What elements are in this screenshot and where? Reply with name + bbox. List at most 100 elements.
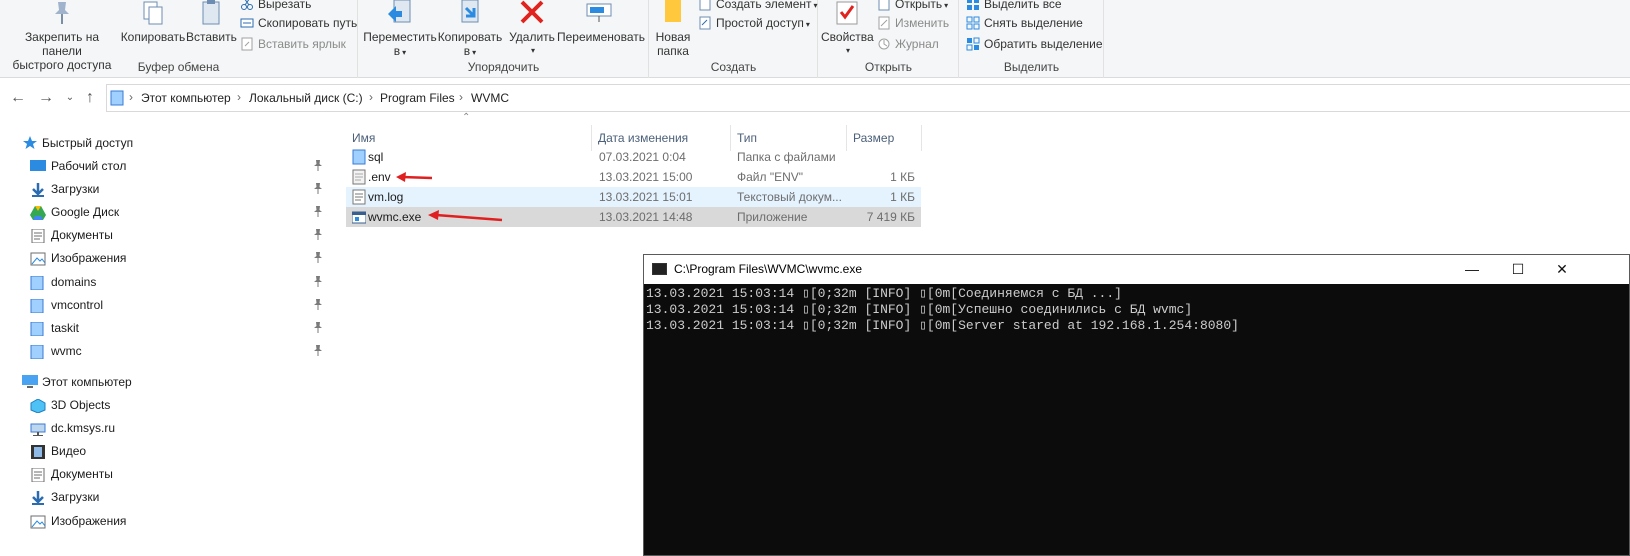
pin-icon[interactable] [313,344,323,357]
paste-button[interactable]: Вставить [186,0,237,44]
desktop-icon [30,159,46,173]
pin-icon[interactable] [313,252,323,264]
copy-to-icon [461,0,479,23]
pc-item-3d-objects[interactable]: 3D Objects [30,394,330,416]
file-name: sql [368,150,384,164]
pin-icon [55,2,69,24]
pin-icon[interactable] [313,183,323,195]
open-icon [878,0,890,11]
pc-item-video[interactable]: Видео [30,440,330,462]
text-file-icon [352,189,366,205]
console-window[interactable]: C:\Program Files\WVMC\wvmc.exe — ☐ ✕ 13.… [643,254,1630,556]
nav-item-label: Google Диск [51,205,120,220]
paste-shortcut-icon [241,37,253,51]
delete-label: Удалить [509,30,555,44]
minimize-button[interactable]: — [1450,255,1494,284]
recent-locations-chevron-icon[interactable]: ⌄ [59,87,81,109]
select-group-label: Выделить [1003,60,1060,74]
pc-item-dc-kmsys[interactable]: dc.kmsys.ru [30,417,330,439]
breadcrumb-this-pc[interactable]: Этот компьютер [141,91,231,105]
nav-item-google-drive[interactable]: Google Диск [30,201,330,223]
rename-button[interactable]: Переименовать [557,0,645,44]
delete-button[interactable]: Удалить ▾ [507,0,557,58]
netdrive-icon [30,421,46,437]
paste-icon [202,0,220,25]
pc-item-images[interactable]: Изображения [30,510,330,532]
maximize-button[interactable]: ☐ [1496,255,1540,284]
pin-icon[interactable] [313,160,323,172]
breadcrumb-local-disk[interactable]: Локальный диск (C:) [249,91,363,105]
create-group: Новая папка Создать элемент ▾ Простой дос… [650,0,818,78]
console-title-bar[interactable]: C:\Program Files\WVMC\wvmc.exe — ☐ ✕ [644,255,1629,284]
screen: Закрепить на панели быстрого доступа Коп… [0,0,1630,556]
nav-this-pc[interactable]: Этот компьютер [22,371,322,393]
rename-label: Переименовать [557,30,645,44]
pin-icon[interactable] [313,321,323,334]
nav-item-label: vmcontrol [51,297,104,312]
file-row[interactable]: sql 07.03.2021 0:04 Папка с файлами [346,147,921,167]
close-button[interactable]: ✕ [1540,255,1584,284]
copy-path-button[interactable]: Скопировать путь [240,14,357,32]
images-icon [30,514,46,528]
up-arrow-icon[interactable]: ↑ [79,87,101,109]
nav-item-images[interactable]: Изображения [30,247,330,269]
file-name: vm.log [368,190,404,204]
nav-item-domains[interactable]: domains [30,271,330,293]
navigation-pane: Быстрый доступ Рабочий стол Загрузки Googl… [0,120,345,556]
pin-icon[interactable] [313,275,323,288]
nav-item-taskit[interactable]: taskit [30,317,330,339]
breadcrumb-separator-icon: › [459,90,463,104]
easy-access-button[interactable]: Простой доступ ▾ [698,14,810,32]
select-none-button[interactable]: Снять выделение [966,14,1083,32]
breadcrumb-program-files[interactable]: Program Files [380,91,455,105]
move-to-button[interactable]: Переместить в ▾ [363,0,437,60]
nav-item-label: domains [51,274,97,289]
open-button[interactable]: Открыть ▾ [877,0,948,13]
folder-icon [352,149,366,165]
invert-selection-button[interactable]: Обратить выделение [966,35,1103,53]
organize-group: Переместить в▾ Копировать в▾ Удалить ▾ [359,0,649,78]
nav-item-wvmc[interactable]: wvmc [30,340,330,362]
nav-item-downloads[interactable]: Загрузки [30,178,330,200]
images-icon [30,251,46,266]
paste-shortcut-button[interactable]: Вставить ярлык [240,35,346,53]
file-size: 7 419 КБ [866,210,915,224]
chevron-down-icon: ▾ [530,46,535,55]
cut-button[interactable]: Вырезать [240,0,311,13]
pc-item-downloads[interactable]: Загрузки [30,486,330,508]
create-group-label: Создать [710,60,757,74]
pin-icon[interactable] [313,229,323,241]
file-row[interactable]: vm.log 13.03.2021 15:01 Текстовый докум...… [346,187,921,207]
select-all-icon [967,0,979,10]
ribbon: Закрепить на панели быстрого доступа Коп… [0,0,1630,78]
open-group: Свойства ▾ Открыть ▾ Изменить Журнал Откр… [819,0,959,78]
pc-item-documents[interactable]: Документы [30,463,330,485]
new-item-button[interactable]: Создать элемент ▾ [698,0,818,13]
nav-item-desktop[interactable]: Рабочий стол [30,155,330,177]
edit-button[interactable]: Изменить [877,14,949,32]
nav-item-label: Изображения [51,251,127,266]
new-folder-button[interactable]: Новая папка [652,0,694,58]
back-arrow-icon[interactable]: ← [7,87,29,109]
select-all-button[interactable]: Выделить все [966,0,1062,13]
nav-item-vmcontrol[interactable]: vmcontrol [30,294,330,316]
nav-quick-access[interactable]: Быстрый доступ [22,132,322,154]
copy-to-button[interactable]: Копировать в ▾ [435,0,505,60]
easy-access-label: Простой доступ [716,16,804,30]
properties-button[interactable]: Свойства ▾ [821,0,874,58]
pin-icon[interactable] [313,206,323,218]
address-input[interactable]: › Этот компьютер › Локальный диск (C:) ›… [106,84,1630,112]
nav-item-documents[interactable]: Документы [30,224,330,246]
nav-item-label: Загрузки [51,182,100,197]
pin-icon[interactable] [313,298,323,311]
file-list: ⌃ Имя Дата изменения Тип Размер sql 07.03… [346,112,946,240]
pc-item-label: Загрузки [51,490,100,505]
history-button[interactable]: Журнал [877,35,939,53]
console-output[interactable]: 13.03.2021 15:03:14 ▯[0;32m [INFO] ▯[0m[… [646,286,1629,555]
copy-button[interactable]: Копировать [120,0,186,44]
chevron-down-icon: ▾ [805,20,810,29]
forward-arrow-icon[interactable]: → [35,87,57,109]
breadcrumb-wvmc[interactable]: WVMC [471,91,509,105]
chevron-down-icon: ▾ [402,48,407,57]
select-none-label: Снять выделение [984,16,1083,30]
